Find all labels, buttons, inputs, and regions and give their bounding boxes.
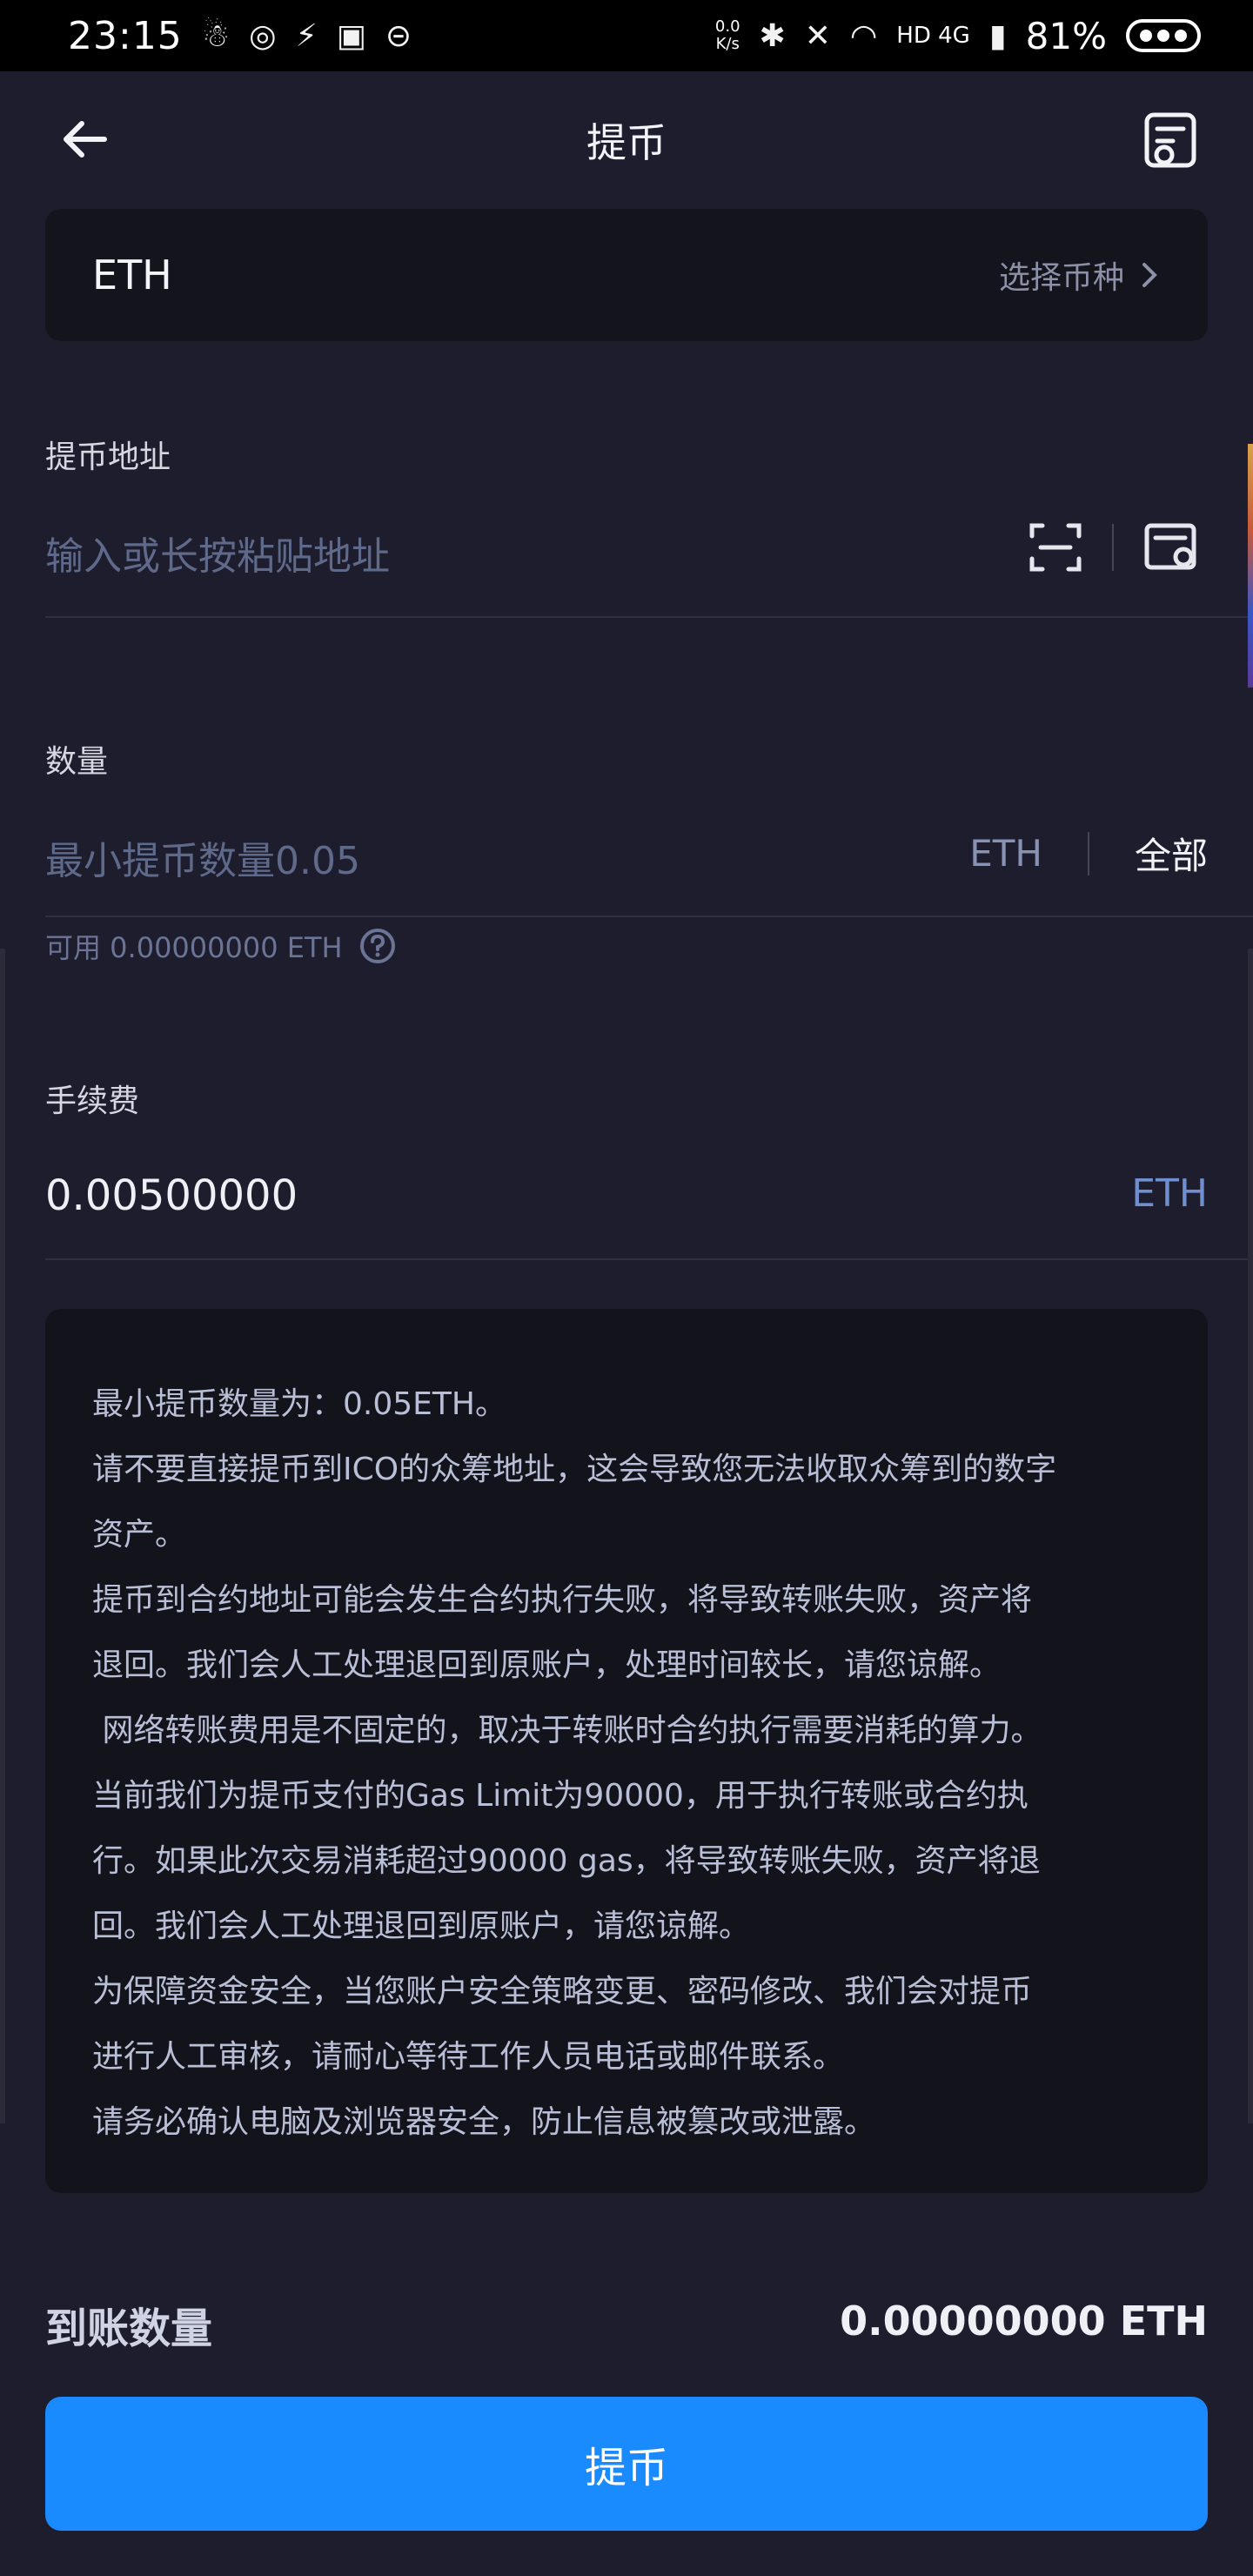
fee-underline <box>45 1258 1253 1260</box>
notice-line: 为保障资金安全，当您账户安全策略变更、密码修改、我们会对提币 <box>92 1974 1033 2009</box>
notice-line: 请不要直接提币到ICO的众筹地址，这会导致您无法收取众筹到的数字 <box>92 1452 1057 1487</box>
scroll-edge-left <box>0 949 5 2123</box>
app-header: 提币 <box>0 71 1253 209</box>
address-book-icon[interactable] <box>1143 520 1201 574</box>
amount-underline <box>45 916 1253 917</box>
amount-actions: ETH 全部 <box>969 827 1208 880</box>
address-actions <box>1029 520 1201 574</box>
mute-icon: ✕ <box>804 17 831 54</box>
network-type: HD 4G <box>896 23 970 49</box>
chevron-right-icon <box>1142 263 1157 287</box>
available-text: 可用 0.00000000 ETH <box>45 931 343 964</box>
net-speed: 0.0 K/s <box>715 18 740 53</box>
page-title: 提币 <box>586 119 667 166</box>
arrival-value: 0.00000000 ETH <box>840 2298 1208 2345</box>
fee-unit: ETH <box>1131 1171 1208 1216</box>
withdraw-submit-button[interactable]: 提币 <box>45 2397 1208 2531</box>
app-icon: ⊝ <box>385 17 412 54</box>
flash-icon: ⚡ <box>295 17 318 54</box>
notice-line: 网络转账费用是不固定的，取决于转账时合约执行需要消耗的算力。 <box>92 1713 1042 1748</box>
withdraw-record-icon[interactable] <box>1138 108 1203 172</box>
status-left: 23:15 ☃ ◎ ⚡ ▣ ⊝ <box>68 14 412 58</box>
notice-line: 最小提币数量为：0.05ETH。 <box>92 1386 506 1422</box>
address-underline <box>45 616 1253 618</box>
address-label: 提币地址 <box>45 439 171 475</box>
coin-name: ETH <box>92 252 172 299</box>
signal-icon: ▮ <box>988 17 1007 54</box>
withdraw-notice: 最小提币数量为：0.05ETH。 请不要直接提币到ICO的众筹地址，这会导致您无… <box>45 1309 1208 2193</box>
battery-percent: 81% <box>1025 14 1107 57</box>
notice-line: 行。如果此次交易消耗超过90000 gas，将导致转账失败，资产将退 <box>92 1843 1041 1879</box>
notification-icon: ☃ <box>201 17 231 54</box>
status-bar: 23:15 ☃ ◎ ⚡ ▣ ⊝ 0.0 K/s ✱ ✕ ◠ HD 4G ▮ 81… <box>0 0 1253 71</box>
net-speed-unit: K/s <box>715 35 740 53</box>
activity-icon: ◎ <box>249 17 277 54</box>
notice-line: 请务必确认电脑及浏览器安全，防止信息被篡改或泄露。 <box>92 2104 876 2140</box>
select-coin-label: 选择币种 <box>998 260 1124 296</box>
divider <box>1112 524 1114 571</box>
wifi-icon: ◠ <box>849 17 878 54</box>
fee-label: 手续费 <box>45 1083 140 1119</box>
notice-line: 回。我们会人工处理退回到原账户，请您谅解。 <box>92 1909 751 1944</box>
notice-line: 进行人工审核，请耐心等待工作人员电话或邮件联系。 <box>92 2039 845 2075</box>
net-speed-value: 0.0 <box>714 17 740 36</box>
battery-icon <box>1126 19 1201 52</box>
image-icon: ▣ <box>336 17 366 54</box>
status-time: 23:15 <box>68 13 183 58</box>
select-coin-button[interactable]: 选择币种 <box>999 252 1159 298</box>
amount-placeholder: 最小提币数量0.05 <box>45 839 360 883</box>
side-edge-strip <box>1248 444 1253 688</box>
notice-line: 提币到合约地址可能会发生合约执行失败，将导致转账失败，资产将 <box>92 1582 1033 1618</box>
notice-line: 退回。我们会人工处理退回到原账户，处理时间较长，请您谅解。 <box>92 1647 1002 1683</box>
available-balance: 可用 0.00000000 ETH <box>45 926 397 966</box>
amount-label: 数量 <box>45 744 109 780</box>
fee-value: 0.00500000 <box>45 1171 298 1220</box>
amount-unit: ETH <box>969 832 1042 875</box>
notice-line: 资产。 <box>92 1517 187 1553</box>
divider <box>1087 831 1089 875</box>
arrival-label: 到账数量 <box>45 2304 213 2353</box>
question-circle-icon[interactable] <box>358 927 397 965</box>
notice-line: 当前我们为提币支付的Gas Limit为90000，用于执行转账或合约执 <box>92 1778 1029 1814</box>
coin-selector[interactable]: ETH 选择币种 <box>45 209 1208 341</box>
all-button[interactable]: 全部 <box>1135 827 1208 880</box>
scan-icon[interactable] <box>1029 520 1082 574</box>
scroll-edge-right <box>1248 949 1253 2123</box>
bluetooth-icon: ✱ <box>759 17 786 54</box>
status-right: 0.0 K/s ✱ ✕ ◠ HD 4G ▮ 81% <box>715 15 1201 57</box>
arrow-left-icon[interactable] <box>54 106 120 172</box>
address-placeholder: 输入或长按粘贴地址 <box>45 534 390 579</box>
